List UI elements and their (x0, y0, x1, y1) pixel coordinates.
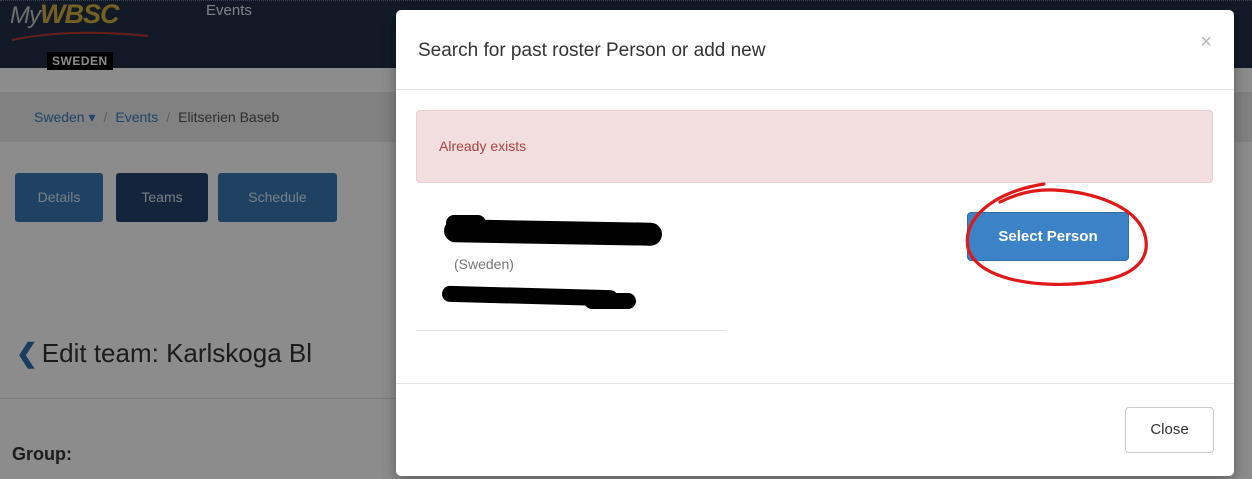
redacted-detail-mark (584, 293, 636, 309)
redacted-name-mark (446, 215, 486, 231)
select-person-button[interactable]: Select Person (967, 212, 1129, 261)
close-icon[interactable]: × (1200, 32, 1212, 52)
modal-footer: Close (396, 383, 1234, 476)
person-country: (Sweden) (454, 256, 514, 272)
person-result: (Sweden) (416, 205, 726, 331)
page-root: MyWBSC SWEDEN Events Sweden ▾ / Events / Eli… (0, 0, 1252, 479)
person-divider (416, 330, 726, 331)
alert-text: Already exists (439, 138, 527, 154)
already-exists-alert: Already exists (416, 110, 1213, 183)
search-person-modal: Search for past roster Person or add new… (396, 10, 1234, 476)
modal-header: Search for past roster Person or add new… (396, 10, 1234, 90)
modal-title: Search for past roster Person or add new (418, 40, 766, 61)
close-button[interactable]: Close (1125, 407, 1214, 453)
